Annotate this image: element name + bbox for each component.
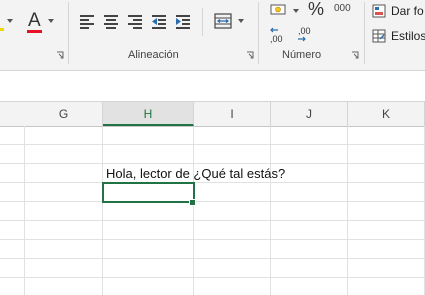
decrease-decimal-label: ,00 — [298, 26, 311, 36]
number-group-label: Número — [282, 49, 322, 61]
grid-row-line — [0, 258, 425, 259]
ribbon-separator — [202, 8, 203, 36]
highlight-dropdown-icon[interactable] — [7, 19, 13, 23]
font-color-glyph: A — [28, 10, 41, 31]
active-cell-selection[interactable] — [102, 182, 195, 203]
grid-row-line — [0, 182, 425, 183]
accounting-dropdown-icon[interactable] — [293, 9, 299, 13]
font-color-dropdown-icon[interactable] — [48, 19, 54, 23]
alignment-group-launcher-icon[interactable] — [246, 51, 254, 59]
column-header-h[interactable]: H — [103, 102, 194, 126]
decrease-indent-icon[interactable] — [152, 14, 166, 29]
merge-center-icon[interactable] — [214, 13, 232, 29]
merge-dropdown-icon[interactable] — [238, 19, 244, 23]
grid-row-line — [0, 163, 425, 164]
cell-styles-label: Estilos — [391, 29, 425, 43]
conditional-format-label: Dar fo — [391, 4, 424, 18]
conditional-format-button[interactable]: Dar fo — [372, 2, 425, 20]
cell-h-text[interactable]: Hola, lector de ¿Qué tal estás? — [106, 166, 285, 181]
increase-decimal-button[interactable]: ,00 — [270, 26, 288, 44]
align-right-icon[interactable] — [128, 14, 142, 29]
worksheet-grid[interactable]: Hola, lector de ¿Qué tal estás? — [0, 126, 425, 295]
cell-styles-button[interactable]: Estilos — [372, 27, 425, 45]
grid-row-line — [0, 144, 425, 145]
grid-column-line — [193, 126, 194, 295]
column-header-k[interactable]: K — [348, 102, 425, 126]
grid-row-line — [0, 277, 425, 278]
column-header-i[interactable]: I — [194, 102, 271, 126]
alignment-group-label: Alineación — [128, 49, 179, 61]
percent-style-icon[interactable]: % — [308, 0, 324, 20]
ribbon-separator — [68, 2, 69, 64]
grid-column-line — [270, 126, 271, 295]
ribbon-separator — [258, 2, 259, 64]
increase-decimal-label: ,00 — [270, 34, 283, 44]
number-group-launcher-icon[interactable] — [351, 51, 359, 59]
align-center-icon[interactable] — [104, 14, 118, 29]
grid-column-line — [24, 126, 25, 295]
comma-style-icon[interactable]: 000 — [334, 3, 351, 14]
increase-indent-icon[interactable] — [176, 14, 190, 29]
ribbon: A Alineación % 000 ,00 ,00 Número Dar fo… — [0, 0, 425, 71]
font-color-button[interactable]: A — [25, 10, 45, 34]
grid-row-line — [0, 239, 425, 240]
highlight-color-swatch[interactable] — [0, 28, 4, 31]
font-color-bar — [27, 30, 42, 33]
decrease-decimal-button[interactable]: ,00 — [296, 26, 314, 44]
column-header-j[interactable]: J — [271, 102, 348, 126]
grid-row-line — [0, 220, 425, 221]
column-header-g[interactable]: G — [25, 102, 103, 126]
fill-handle[interactable] — [189, 199, 196, 206]
grid-column-line — [347, 126, 348, 295]
accounting-format-icon[interactable] — [270, 3, 288, 17]
column-header-row: G H I J K — [0, 101, 425, 127]
grid-row-line — [0, 201, 425, 202]
grid-column-line — [102, 126, 103, 295]
align-left-icon[interactable] — [80, 14, 94, 29]
formula-bar-area — [0, 71, 425, 101]
font-group-launcher-icon[interactable] — [56, 51, 64, 59]
ribbon-separator — [364, 2, 365, 64]
